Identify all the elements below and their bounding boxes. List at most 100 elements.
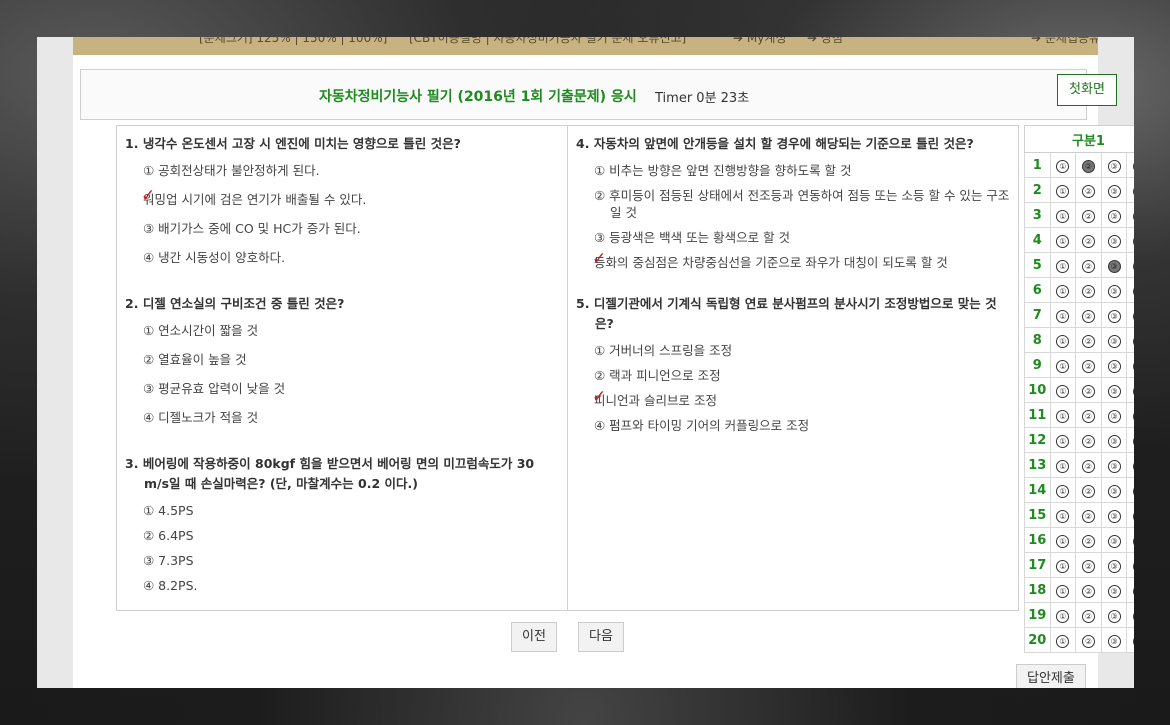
answer-option-3[interactable]: ③ 7.3PS [125, 552, 561, 569]
answer-cell[interactable]: ③ [1100, 277, 1128, 303]
answer-cell[interactable]: ① [1049, 552, 1077, 578]
answer-cell[interactable]: ③ [1100, 527, 1128, 553]
answer-cell[interactable]: ② [1075, 402, 1102, 428]
answer-cell[interactable]: ③ [1100, 452, 1128, 478]
answer-cell[interactable]: ④ [1126, 377, 1134, 403]
shop-link[interactable]: ➔ 상점 [807, 37, 843, 46]
answer-option-4[interactable]: ④ 펌프와 타이밍 기어의 커플링으로 조정 [576, 417, 1014, 434]
answer-row-number[interactable]: 19 [1024, 602, 1051, 628]
answer-row-number[interactable]: 1 [1024, 152, 1051, 178]
answer-option-2[interactable]: ✓ 워밍업 시기에 검은 연기가 배출될 수 있다. [125, 188, 561, 208]
answer-row-number[interactable]: 15 [1024, 502, 1051, 528]
answer-cell[interactable]: ② [1075, 377, 1102, 403]
answer-row-number[interactable]: 18 [1024, 577, 1051, 603]
answer-cell[interactable]: ① [1049, 277, 1077, 303]
answer-option-1[interactable]: ① 4.5PS [125, 502, 561, 519]
answer-row-number[interactable]: 9 [1024, 352, 1051, 378]
answer-row-number[interactable]: 20 [1024, 627, 1051, 653]
answer-cell[interactable]: ① [1049, 302, 1077, 328]
answer-option-4[interactable]: ✓ 등화의 중심점은 차량중심선을 기준으로 좌우가 대칭이 되도록 할 것 [576, 251, 1014, 271]
answer-option-3[interactable]: ✓ 피니언과 슬리브로 조정 [576, 389, 1014, 409]
answer-row-number[interactable]: 8 [1024, 327, 1051, 353]
answer-cell[interactable]: ④ [1126, 152, 1134, 178]
answer-cell[interactable]: ② [1075, 427, 1102, 453]
answer-row-number[interactable]: 10 [1024, 377, 1051, 403]
answer-cell[interactable]: ③ [1100, 152, 1128, 178]
answer-cell[interactable]: ② [1075, 602, 1102, 628]
answer-cell[interactable]: ④ [1126, 327, 1134, 353]
answer-cell[interactable]: ② [1075, 177, 1102, 203]
next-button[interactable]: 다음 [578, 622, 624, 652]
answer-option-1[interactable]: ① 거버너의 스프링을 조정 [576, 342, 1014, 359]
answer-cell[interactable]: ② [1075, 327, 1102, 353]
answer-option-2[interactable]: ② 후미등이 점등된 상태에서 전조등과 연동하여 점등 또는 소등 할 수 있… [576, 187, 1014, 221]
answer-cell[interactable]: ③ [1100, 552, 1128, 578]
answer-row-number[interactable]: 2 [1024, 177, 1051, 203]
answer-cell[interactable]: ④ [1126, 427, 1134, 453]
answer-cell[interactable]: ④ [1126, 552, 1134, 578]
answer-option-2[interactable]: ② 열효율이 높을 것 [125, 351, 561, 368]
answer-cell[interactable]: ④ [1126, 252, 1134, 278]
answer-row-number[interactable]: 4 [1024, 227, 1051, 253]
answer-row-number[interactable]: 11 [1024, 402, 1051, 428]
answer-option-3[interactable]: ③ 등광색은 백색 또는 황색으로 할 것 [576, 229, 1014, 246]
answer-cell[interactable]: ③ [1100, 227, 1128, 253]
answer-cell[interactable]: ① [1049, 402, 1077, 428]
answer-cell[interactable]: ② [1075, 202, 1102, 228]
answer-cell[interactable]: ③ [1100, 427, 1128, 453]
answer-cell[interactable]: ① [1049, 377, 1077, 403]
answer-cell[interactable]: ③ [1100, 377, 1128, 403]
answer-cell[interactable]: ④ [1126, 452, 1134, 478]
answer-cell[interactable]: ③ [1100, 477, 1128, 503]
answer-cell[interactable]: ① [1049, 227, 1077, 253]
zoom-links[interactable]: [문제크기] 125% | 150% | 100%] [199, 37, 387, 46]
answer-row-number[interactable]: 3 [1024, 202, 1051, 228]
answer-option-4[interactable]: ④ 냉간 시동성이 양호하다. [125, 249, 561, 266]
answer-cell[interactable]: ③ [1100, 402, 1128, 428]
answer-cell[interactable]: ① [1049, 152, 1077, 178]
answer-cell[interactable]: ② [1075, 452, 1102, 478]
answer-cell[interactable]: ③ [1100, 602, 1128, 628]
my-account-link[interactable]: ➔ My계정 [733, 37, 786, 46]
answer-row-number[interactable]: 16 [1024, 527, 1051, 553]
answer-option-1[interactable]: ① 연소시간이 짧을 것 [125, 322, 561, 339]
answer-cell[interactable]: ② [1075, 552, 1102, 578]
answer-cell[interactable]: ① [1049, 327, 1077, 353]
answer-cell[interactable]: ① [1049, 627, 1077, 653]
submit-button[interactable]: 답안제출 [1016, 664, 1086, 688]
community-link[interactable]: ➔ 문제집공유 [1031, 37, 1098, 46]
home-button[interactable]: 첫화면 [1057, 74, 1117, 106]
answer-cell[interactable]: ④ [1126, 527, 1134, 553]
answer-cell[interactable]: ④ [1126, 402, 1134, 428]
answer-cell[interactable]: ① [1049, 177, 1077, 203]
answer-cell[interactable]: ② [1075, 152, 1102, 178]
prev-button[interactable]: 이전 [511, 622, 557, 652]
answer-option-1[interactable]: ① 비추는 방향은 앞면 진행방향을 향하도록 할 것 [576, 162, 1014, 179]
answer-cell[interactable]: ① [1049, 202, 1077, 228]
answer-cell[interactable]: ③ [1100, 352, 1128, 378]
answer-cell[interactable]: ① [1049, 502, 1077, 528]
answer-cell[interactable]: ③ [1100, 302, 1128, 328]
answer-cell[interactable]: ② [1075, 627, 1102, 653]
answer-row-number[interactable]: 5 [1024, 252, 1051, 278]
answer-cell[interactable]: ③ [1100, 202, 1128, 228]
answer-row-number[interactable]: 13 [1024, 452, 1051, 478]
answer-cell[interactable]: ② [1075, 577, 1102, 603]
answer-cell[interactable]: ① [1049, 427, 1077, 453]
answer-cell[interactable]: ③ [1100, 502, 1128, 528]
answer-cell[interactable]: ② [1075, 227, 1102, 253]
answer-row-number[interactable]: 12 [1024, 427, 1051, 453]
answer-cell[interactable]: ① [1049, 577, 1077, 603]
answer-cell[interactable]: ② [1075, 527, 1102, 553]
answer-cell[interactable]: ③ [1100, 177, 1128, 203]
answer-cell[interactable]: ④ [1126, 352, 1134, 378]
answer-cell[interactable]: ④ [1126, 202, 1134, 228]
answer-cell[interactable]: ③ [1100, 627, 1128, 653]
answer-cell[interactable]: ④ [1126, 477, 1134, 503]
answer-cell[interactable]: ① [1049, 452, 1077, 478]
answer-cell[interactable]: ① [1049, 602, 1077, 628]
answer-cell[interactable]: ④ [1126, 602, 1134, 628]
answer-cell[interactable]: ① [1049, 477, 1077, 503]
answer-option-3[interactable]: ③ 평균유효 압력이 낮을 것 [125, 380, 561, 397]
answer-cell[interactable]: ② [1075, 302, 1102, 328]
